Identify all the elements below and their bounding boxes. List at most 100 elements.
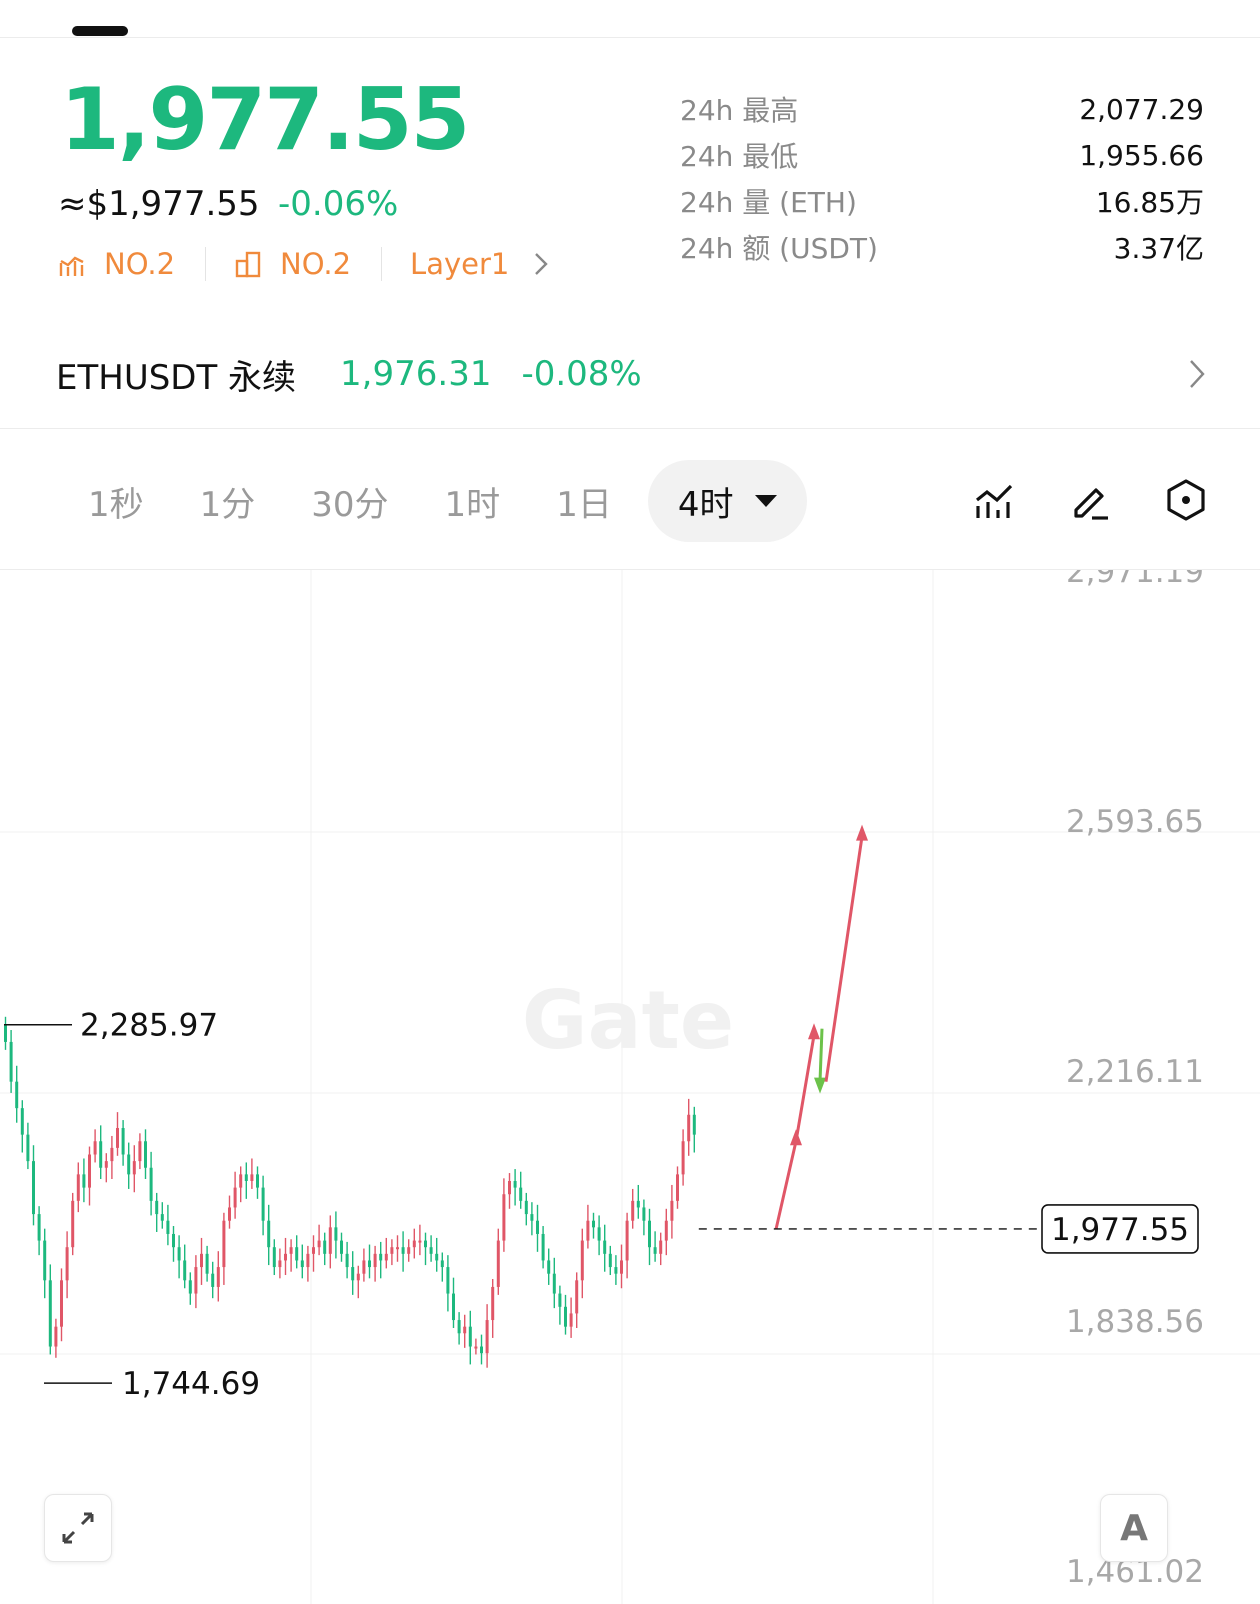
candle-body (351, 1267, 355, 1281)
candle-body (407, 1247, 411, 1254)
y-tick-label: 2,216.11 (1066, 1054, 1204, 1090)
candle-body (132, 1161, 136, 1175)
indicator-icon[interactable] (973, 480, 1017, 524)
candle-body (71, 1200, 75, 1248)
candle-body (692, 1114, 696, 1135)
candle-body (586, 1220, 590, 1241)
candle-body (317, 1240, 321, 1248)
candle-body (222, 1220, 226, 1268)
candle-body (121, 1128, 125, 1155)
drag-handle[interactable] (72, 26, 128, 36)
candle-body (267, 1220, 271, 1248)
candle-body (9, 1041, 13, 1082)
chevron-right-icon (1190, 360, 1205, 388)
y-tick-label: 2,971.19 (1066, 570, 1204, 590)
candle-body (356, 1273, 360, 1281)
candle-body (93, 1141, 97, 1155)
candle-body (205, 1253, 209, 1274)
market-cap-rank[interactable]: NO.2 (58, 247, 175, 281)
candle-body (384, 1253, 388, 1261)
candle-body (519, 1187, 523, 1201)
candle-body (485, 1320, 489, 1354)
candle-body (233, 1187, 237, 1208)
candle-body (401, 1247, 405, 1254)
tab-4h-dropdown[interactable]: 4时 (647, 460, 808, 542)
candle-body (54, 1326, 58, 1347)
perpetual-change: -0.08% (521, 354, 642, 394)
candle-body (396, 1247, 399, 1250)
candle-body (244, 1174, 248, 1181)
candle-body (620, 1260, 623, 1274)
category-tag[interactable]: Layer1 (410, 247, 549, 281)
arrow-up-segment (824, 836, 864, 1082)
candle-body (166, 1220, 170, 1234)
candle-body (418, 1240, 422, 1243)
settings-hexagon-icon[interactable] (1164, 478, 1208, 522)
caret-down-icon (755, 495, 778, 507)
draw-pen-icon[interactable] (1068, 478, 1112, 522)
candle-body (664, 1220, 668, 1241)
y-tick-label: 2,593.65 (1066, 804, 1204, 840)
candle-body (250, 1174, 254, 1181)
candle-body (138, 1141, 142, 1162)
candle-body (256, 1174, 259, 1188)
candle-body (43, 1240, 47, 1281)
candle-body (228, 1207, 231, 1221)
candle-body (508, 1180, 511, 1195)
tab-1h[interactable]: 1时 (417, 460, 529, 542)
section-divider (0, 428, 1260, 429)
stat-value: 3.37亿 (1113, 232, 1204, 265)
candle-body (149, 1167, 153, 1201)
top-divider (0, 37, 1260, 38)
fullscreen-button[interactable] (44, 1494, 112, 1562)
candle-body (564, 1306, 567, 1327)
candle-body (211, 1273, 215, 1287)
volume-rank[interactable]: NO.2 (234, 247, 351, 281)
volume-rank-label: NO.2 (280, 247, 352, 281)
candle-body (177, 1247, 181, 1261)
candle-body (524, 1200, 528, 1215)
tab-1d[interactable]: 1日 (528, 460, 640, 542)
candle-body (390, 1247, 394, 1254)
candle-body (155, 1200, 159, 1215)
price-change-percent: -0.06% (278, 184, 399, 224)
candle-body (200, 1253, 203, 1268)
candle-body (144, 1141, 147, 1168)
chevron-right-icon (535, 253, 549, 275)
candle-body (580, 1240, 584, 1281)
candle-body (278, 1260, 282, 1268)
perpetual-name: ETHUSDT 永续 (56, 357, 297, 398)
candle-body (194, 1267, 198, 1294)
candle-body (88, 1154, 91, 1188)
candle-body (575, 1280, 579, 1314)
candle-body (435, 1253, 439, 1261)
candle-body (491, 1286, 495, 1321)
tab-30m[interactable]: 30分 (283, 460, 416, 542)
tab-1m[interactable]: 1分 (172, 460, 284, 542)
candle-body (558, 1293, 562, 1307)
candle-body (345, 1253, 349, 1268)
candle-body (608, 1253, 612, 1268)
forecast-arrows (774, 824, 868, 1230)
arrow-up-segment (794, 1035, 816, 1142)
candle-body (188, 1280, 192, 1294)
candle-body (295, 1247, 299, 1261)
candle-body (597, 1227, 601, 1241)
tab-4h-label: 4时 (677, 484, 734, 525)
stat-label: 24h 最低 (680, 140, 799, 173)
candle-body (496, 1240, 500, 1287)
candle-body (284, 1253, 287, 1261)
candle-body (502, 1194, 506, 1241)
tab-1s[interactable]: 1秒 (60, 460, 172, 542)
candle-body (424, 1240, 427, 1248)
candle-body (82, 1174, 86, 1188)
candle-body (536, 1220, 539, 1234)
perpetual-contract-row[interactable]: ETHUSDT 永续 1,976.31 -0.08% (56, 344, 1206, 404)
candlestick-chart[interactable]: Gate 2,971.192,593.652,216.111,838.561,4… (0, 570, 1260, 1604)
stats-panel: 24h 最高 2,077.29 24h 最低 1,955.66 24h 量 (E… (680, 86, 1204, 270)
period-high-label: 2,285.97 (80, 1008, 218, 1044)
candle-body (76, 1174, 80, 1201)
candle-body (631, 1200, 635, 1221)
candle-body (4, 1024, 7, 1042)
auto-scale-button[interactable]: A (1100, 1494, 1168, 1562)
